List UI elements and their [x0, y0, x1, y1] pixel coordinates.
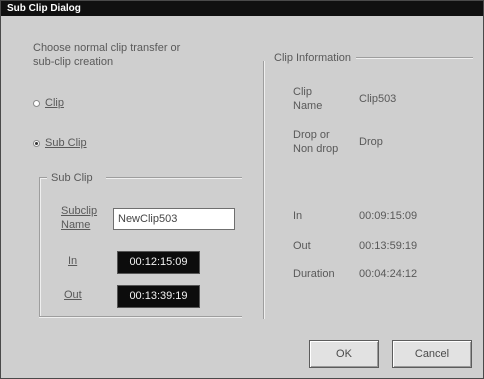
clip-radio-label: Clip	[45, 97, 64, 109]
drop-label-line-1: Drop or	[293, 129, 330, 141]
subclip-name-label-line-2: Name	[61, 219, 91, 231]
drop-value: Drop	[359, 136, 383, 148]
subclip-out-timecode[interactable]: 00:13:39:19	[117, 285, 200, 308]
subclip-in-timecode[interactable]: 00:12:15:09	[117, 251, 200, 274]
subclip-out-label: Out	[64, 289, 82, 301]
drop-label-line-2: Non drop	[293, 143, 339, 155]
clip-name-label-line-1: Clip	[293, 86, 312, 98]
clip-duration-value: 00:04:24:12	[359, 268, 418, 280]
sub-clip-group-label: Sub Clip	[51, 172, 93, 184]
clip-out-label: Out	[293, 240, 311, 252]
clip-out-value: 00:13:59:19	[359, 240, 418, 252]
clip-duration-label: Duration	[293, 268, 335, 280]
sub-clip-group-line-bottom	[39, 316, 242, 318]
sub-clip-group-line-right	[106, 177, 242, 179]
sub-clip-dialog: Sub Clip Dialog Choose normal clip trans…	[0, 0, 484, 379]
sub-clip-radio-label: Sub Clip	[45, 137, 87, 149]
clip-name-value: Clip503	[359, 93, 397, 105]
cancel-button[interactable]: Cancel	[392, 340, 472, 368]
instructions-line-1: Choose normal clip transfer or	[33, 42, 181, 54]
sub-clip-radio-option[interactable]: Sub Clip	[33, 136, 87, 150]
panel-separator	[263, 61, 265, 319]
sub-clip-group-line-vertical	[39, 178, 41, 316]
subclip-in-label: In	[68, 255, 78, 267]
window-title: Sub Clip Dialog	[1, 1, 483, 16]
clip-in-label: In	[293, 210, 303, 222]
instructions-line-2: sub-clip creation	[33, 56, 114, 68]
clip-radio-option[interactable]: Clip	[33, 96, 64, 110]
clip-information-group-label: Clip Information	[274, 52, 352, 64]
sub-clip-radio-button[interactable]	[33, 139, 40, 147]
clip-information-group-line	[356, 57, 473, 59]
subclip-name-label-line-1: Subclip	[61, 205, 98, 217]
subclip-name-input[interactable]: NewClip503	[113, 208, 235, 230]
clip-in-value: 00:09:15:09	[359, 210, 418, 222]
ok-button[interactable]: OK	[309, 340, 379, 368]
clip-name-label-line-2: Name	[293, 100, 323, 112]
clip-radio-button[interactable]	[33, 99, 40, 107]
